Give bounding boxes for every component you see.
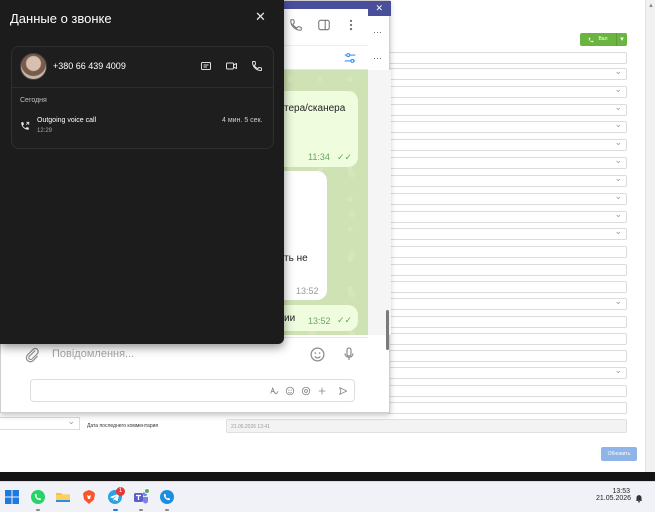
message-time: 11:34 bbox=[308, 152, 330, 162]
form-field[interactable] bbox=[387, 281, 627, 293]
taskbar-shadow bbox=[0, 472, 655, 481]
emoji-icon[interactable] bbox=[285, 386, 295, 396]
microphone-icon[interactable] bbox=[341, 345, 357, 363]
call-button-dropdown[interactable]: ▾ bbox=[616, 33, 627, 46]
whatsapp-icon[interactable] bbox=[30, 489, 46, 505]
message-input[interactable]: Повідомлення... bbox=[52, 348, 134, 360]
video-call-icon[interactable] bbox=[225, 60, 238, 72]
chat-subheader bbox=[284, 45, 368, 70]
form-select[interactable] bbox=[387, 155, 627, 169]
form-select[interactable] bbox=[387, 137, 627, 151]
outgoing-call-icon bbox=[21, 121, 30, 130]
message-text: тера/сканера bbox=[284, 103, 346, 114]
form-field[interactable] bbox=[387, 246, 627, 258]
phone-icon[interactable] bbox=[289, 18, 303, 32]
clock-time: 13:53 bbox=[612, 488, 630, 495]
left-select[interactable] bbox=[0, 416, 80, 430]
form-select[interactable] bbox=[387, 66, 627, 80]
call-duration: 4 мин. 5 сек. bbox=[222, 117, 263, 124]
call-details-panel: Данные о звонке ✕ +380 66 439 4009 Сегод… bbox=[0, 0, 284, 344]
page-scrollbar[interactable]: ▲ bbox=[645, 0, 655, 472]
crm-comment-input[interactable] bbox=[30, 379, 355, 402]
system-clock[interactable]: 13:53 21.05.2026 bbox=[596, 488, 632, 502]
chat-header bbox=[284, 9, 368, 45]
running-indicator bbox=[36, 509, 40, 511]
running-indicator bbox=[113, 509, 118, 511]
read-checkmarks-icon: ✓✓ bbox=[337, 315, 353, 325]
notification-badge: 1 bbox=[116, 487, 125, 496]
message-time: 13:52 bbox=[296, 286, 319, 296]
form-select[interactable] bbox=[387, 296, 627, 310]
message-time: 13:52 bbox=[308, 316, 331, 326]
message-text: ии bbox=[284, 313, 296, 324]
status-dot bbox=[144, 488, 150, 494]
last-comment-label: Дата последнего комментария bbox=[87, 423, 159, 429]
last-comment-field[interactable]: 21.05.2026 13:41 bbox=[226, 419, 627, 433]
sidebar-toggle-icon[interactable] bbox=[317, 18, 331, 32]
section-label-today: Сегодня bbox=[20, 97, 47, 104]
message-text: ть не bbox=[284, 253, 308, 264]
brave-browser-icon[interactable] bbox=[81, 489, 97, 505]
add-icon[interactable] bbox=[317, 386, 327, 396]
form-select[interactable] bbox=[387, 191, 627, 205]
close-icon[interactable]: ✕ bbox=[255, 9, 266, 25]
file-explorer-icon[interactable] bbox=[55, 489, 71, 505]
more-icon[interactable]: ··· bbox=[373, 27, 382, 37]
read-checkmarks-icon: ✓✓ bbox=[337, 152, 353, 162]
call-button-label: Вал bbox=[598, 36, 608, 42]
windows-start-icon[interactable] bbox=[4, 489, 20, 505]
form-select[interactable] bbox=[387, 365, 627, 379]
filter-icon[interactable] bbox=[343, 51, 357, 65]
call-button-main[interactable]: Вал bbox=[580, 33, 616, 46]
phone-link-icon[interactable] bbox=[159, 489, 175, 505]
phone-icon[interactable] bbox=[251, 60, 263, 72]
message-bubble[interactable]: ии 13:52 ✓✓ bbox=[284, 305, 358, 331]
form-select[interactable] bbox=[387, 84, 627, 98]
form-field[interactable] bbox=[387, 264, 627, 276]
message-bubble[interactable]: тера/сканера 11:34 ✓✓ bbox=[284, 91, 358, 167]
spellcheck-icon[interactable] bbox=[269, 386, 279, 396]
send-icon[interactable] bbox=[338, 386, 348, 396]
form-field[interactable] bbox=[387, 333, 627, 345]
divider bbox=[12, 87, 273, 88]
form-field[interactable] bbox=[387, 402, 627, 414]
form-field[interactable] bbox=[387, 350, 627, 362]
message-bubble[interactable]: ть не 13:52 bbox=[284, 171, 327, 300]
scroll-up-icon[interactable]: ▲ bbox=[648, 3, 654, 9]
call-button[interactable]: Вал ▾ bbox=[580, 33, 627, 46]
more-icon[interactable]: ··· bbox=[373, 53, 382, 63]
form-select[interactable] bbox=[387, 102, 627, 116]
form-select[interactable] bbox=[387, 226, 627, 240]
update-button[interactable]: Обновить bbox=[601, 447, 637, 461]
close-icon[interactable]: ✕ bbox=[375, 1, 383, 16]
chat-scrollbar[interactable] bbox=[368, 70, 391, 350]
running-indicator bbox=[165, 509, 169, 511]
message-icon[interactable] bbox=[200, 60, 212, 72]
clock-date: 21.05.2026 bbox=[596, 495, 632, 502]
more-vertical-icon[interactable] bbox=[344, 17, 358, 33]
form-field[interactable] bbox=[387, 316, 627, 328]
avatar[interactable] bbox=[20, 53, 47, 80]
mention-icon[interactable] bbox=[301, 386, 311, 396]
call-time: 12:29 bbox=[37, 128, 53, 134]
notification-bell-icon[interactable] bbox=[634, 493, 644, 503]
call-type: Outgoing voice call bbox=[37, 117, 97, 124]
form-select[interactable] bbox=[387, 209, 627, 223]
form-select[interactable] bbox=[387, 119, 627, 133]
emoji-icon[interactable] bbox=[309, 346, 326, 363]
form-field[interactable] bbox=[387, 385, 627, 397]
scrollbar-thumb[interactable] bbox=[386, 310, 389, 350]
running-indicator bbox=[139, 509, 143, 511]
phone-icon bbox=[589, 37, 594, 42]
panel-title: Данные о звонке bbox=[10, 11, 112, 26]
attach-icon[interactable] bbox=[24, 347, 40, 363]
phone-number: +380 66 439 4009 bbox=[53, 61, 126, 71]
taskbar: 1 13:53 21.05.2026 bbox=[0, 481, 655, 512]
form-field[interactable] bbox=[387, 52, 627, 64]
form-select[interactable] bbox=[387, 173, 627, 187]
